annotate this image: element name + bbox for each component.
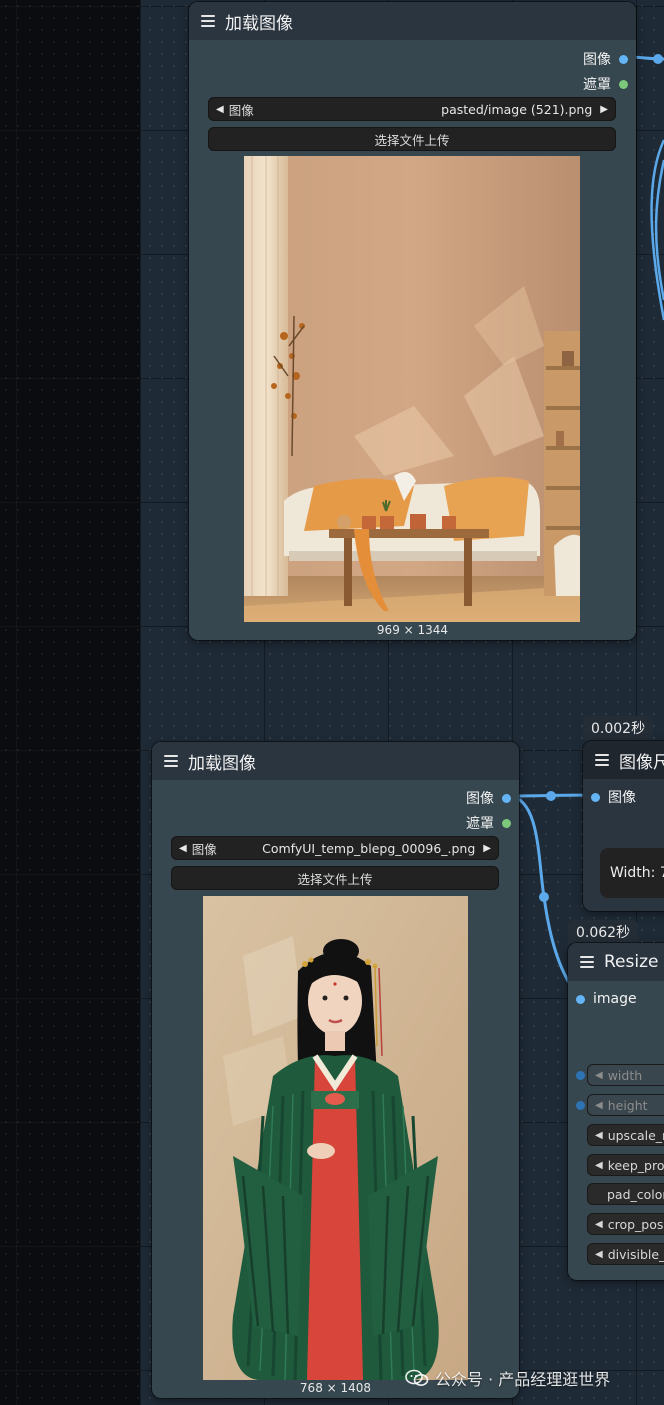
image-dimensions: 969 × 1344 bbox=[376, 623, 449, 637]
widget-pad-color[interactable]: pad_color bbox=[587, 1183, 664, 1205]
size-readout: Width: 7 bbox=[600, 848, 664, 898]
size-node-timing: 0.002秒 bbox=[583, 716, 654, 740]
node-header[interactable]: 加载图像 bbox=[189, 2, 636, 40]
triangle-left-icon[interactable]: ◀ bbox=[595, 1249, 603, 1260]
widget-crop-position[interactable]: ◀ crop_posi bbox=[587, 1213, 664, 1235]
output-mask-dot[interactable] bbox=[619, 79, 628, 89]
widget-width[interactable]: ◀ width bbox=[587, 1064, 664, 1086]
input-image-slot[interactable]: image bbox=[576, 991, 637, 1007]
triangle-right-icon[interactable]: ▶ bbox=[483, 843, 491, 854]
triangle-left-icon[interactable]: ◀ bbox=[595, 1160, 603, 1171]
node-title: 图像尺 bbox=[619, 752, 664, 773]
widget-width-label: width bbox=[607, 1067, 643, 1083]
input-image-dot[interactable] bbox=[591, 792, 600, 802]
hamburger-icon[interactable] bbox=[580, 956, 594, 968]
watermark: 公众号 · 产品经理逛世界 bbox=[405, 1366, 610, 1390]
input-image-dot[interactable] bbox=[576, 994, 585, 1004]
node-title: 加载图像 bbox=[225, 13, 293, 34]
input-image-label: 图像 bbox=[608, 790, 636, 806]
node-header[interactable]: Resize bbox=[568, 943, 664, 981]
widget-crop-position-label: crop_posi bbox=[607, 1216, 664, 1232]
link-offscreen-1 bbox=[650, 139, 664, 321]
input-image-label: image bbox=[593, 991, 637, 1007]
hamburger-icon[interactable] bbox=[201, 15, 215, 27]
output-mask-slot[interactable]: 遮罩 bbox=[583, 74, 628, 94]
triangle-right-icon[interactable]: ▶ bbox=[600, 104, 608, 115]
output-mask-label: 遮罩 bbox=[466, 816, 494, 832]
widget-height-label: height bbox=[607, 1097, 648, 1113]
link-reroute-2 bbox=[539, 892, 549, 902]
triangle-left-icon[interactable]: ◀ bbox=[179, 843, 187, 854]
upload-button[interactable]: 选择文件上传 bbox=[208, 127, 616, 151]
widget-pad-color-label: pad_color bbox=[607, 1186, 664, 1202]
widget-keep-proportion[interactable]: ◀ keep_prop bbox=[587, 1154, 664, 1176]
upload-button[interactable]: 选择文件上传 bbox=[171, 866, 499, 890]
link-offscreen-2 bbox=[654, 159, 664, 301]
image-size-node[interactable]: 图像尺 图像 Width: 7 bbox=[583, 741, 664, 911]
triangle-left-icon[interactable]: ◀ bbox=[595, 1219, 603, 1230]
watermark-text: 公众号 · 产品经理逛世界 bbox=[435, 1370, 611, 1389]
node-title: Resize bbox=[604, 952, 659, 972]
load-image-node-bottom[interactable]: 加载图像 图像 遮罩 ◀ 图像 ComfyUI_temp_blepg_00096… bbox=[152, 742, 519, 1398]
triangle-left-icon[interactable]: ◀ bbox=[216, 104, 224, 115]
image-preview-room bbox=[244, 156, 580, 622]
image-combo-value: ComfyUI_temp_blepg_00096_.png bbox=[262, 840, 476, 856]
image-preview-portrait bbox=[203, 896, 468, 1380]
output-mask-label: 遮罩 bbox=[583, 77, 611, 93]
output-image-slot[interactable]: 图像 bbox=[466, 788, 511, 808]
node-title: 加载图像 bbox=[188, 753, 256, 774]
widget-height[interactable]: ◀ height bbox=[587, 1094, 664, 1116]
image-combo-value: pasted/image (521).png bbox=[441, 101, 593, 117]
output-image-dot[interactable] bbox=[502, 793, 511, 803]
widget-upscale-label: upscale_r bbox=[607, 1127, 664, 1143]
widget-keep-proportion-label: keep_prop bbox=[607, 1157, 664, 1173]
link-reroute-1 bbox=[546, 791, 556, 801]
image-combo-label: 图像 bbox=[191, 841, 217, 857]
image-combo[interactable]: ◀ 图像 pasted/image (521).png ▶ bbox=[208, 97, 616, 121]
widget-divisible-by-label: divisible_ bbox=[607, 1246, 664, 1262]
input-height-dot[interactable] bbox=[576, 1101, 585, 1110]
triangle-left-icon[interactable]: ◀ bbox=[595, 1070, 603, 1081]
widget-divisible-by[interactable]: ◀ divisible_ bbox=[587, 1243, 664, 1265]
node-header[interactable]: 加载图像 bbox=[152, 742, 519, 780]
hamburger-icon[interactable] bbox=[595, 754, 609, 766]
output-image-label: 图像 bbox=[583, 52, 611, 68]
canvas-dark-region bbox=[0, 0, 140, 1405]
hamburger-icon[interactable] bbox=[164, 755, 178, 767]
triangle-left-icon[interactable]: ◀ bbox=[595, 1130, 603, 1141]
resize-node[interactable]: Resize image ◀ width ◀ height ◀ upscale_… bbox=[568, 943, 664, 1280]
image-combo[interactable]: ◀ 图像 ComfyUI_temp_blepg_00096_.png ▶ bbox=[171, 836, 499, 860]
resize-node-timing: 0.062秒 bbox=[568, 920, 639, 944]
triangle-left-icon[interactable]: ◀ bbox=[595, 1100, 603, 1111]
wechat-icon bbox=[405, 1369, 429, 1386]
output-image-slot[interactable]: 图像 bbox=[583, 49, 628, 69]
output-mask-slot[interactable]: 遮罩 bbox=[466, 813, 511, 833]
input-width-dot[interactable] bbox=[576, 1071, 585, 1080]
output-image-label: 图像 bbox=[466, 791, 494, 807]
input-image-slot[interactable]: 图像 bbox=[591, 787, 636, 807]
output-mask-dot[interactable] bbox=[502, 818, 511, 828]
node-header[interactable]: 图像尺 bbox=[583, 741, 664, 779]
image-combo-label: 图像 bbox=[228, 102, 254, 118]
output-image-dot[interactable] bbox=[619, 54, 628, 64]
load-image-node-top[interactable]: 加载图像 图像 遮罩 ◀ 图像 pasted/image (521).png ▶… bbox=[189, 2, 636, 640]
link-top-reroute bbox=[653, 54, 663, 64]
widget-upscale[interactable]: ◀ upscale_r bbox=[587, 1124, 664, 1146]
